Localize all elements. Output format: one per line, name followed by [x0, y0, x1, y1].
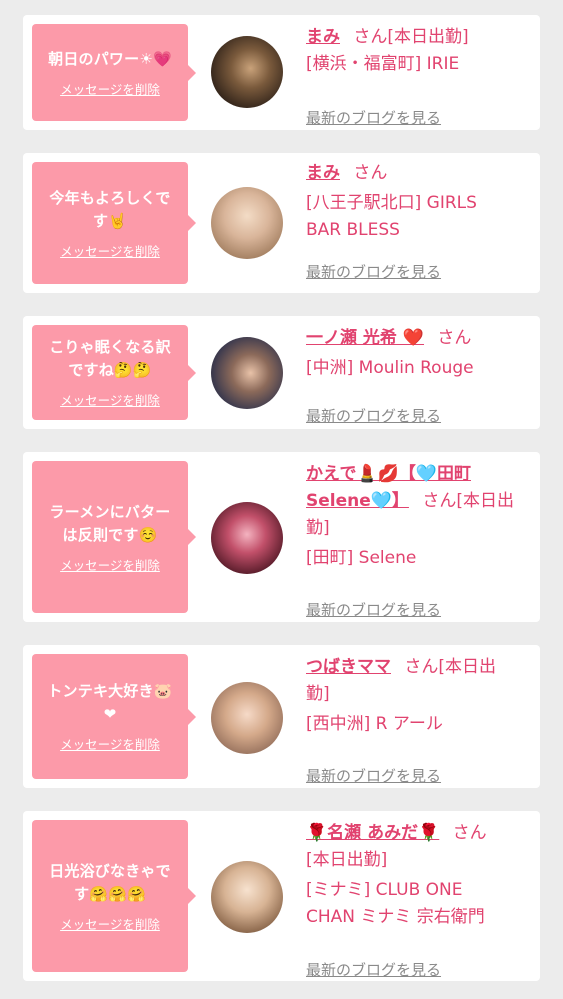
- message-bubble: こりゃ眠くなる訳 ですね🤔🤔 メッセージを削除: [32, 325, 196, 420]
- avatar[interactable]: [211, 682, 283, 754]
- avatar[interactable]: [211, 36, 283, 108]
- profile-info: 一ノ瀬 光希 ❤️ さん [中洲] Moulin Rouge 最新のブログを見る: [306, 325, 534, 425]
- delete-message-link[interactable]: メッセージを削除: [60, 555, 160, 574]
- cast-name-link[interactable]: まみ: [306, 27, 340, 47]
- message-card: 今年もよろしくで す🤘 メッセージを削除 まみ さん [八王子駅北口] GIRL…: [23, 153, 540, 293]
- message-text: 今年もよろしくで す🤘: [49, 188, 171, 230]
- name-suffix: さん: [437, 328, 472, 348]
- profile-info: 🌹名瀬 あみだ🌹 さん [本日出勤] [ミナミ] CLUB ONE CHAN ミ…: [306, 820, 534, 979]
- name-suffix: さん[本日出勤]: [353, 27, 469, 47]
- message-card: ラーメンにバター は反則です☺️ メッセージを削除 かえで💄💋【🩵田町 Sele…: [23, 452, 540, 622]
- message-bubble: トンテキ大好き🐷 ❤ メッセージを削除: [32, 654, 196, 779]
- latest-blog-link[interactable]: 最新のブログを見る: [306, 259, 441, 286]
- delete-message-link[interactable]: メッセージを削除: [60, 241, 160, 260]
- message-text: 朝日のパワー☀💗: [48, 49, 172, 68]
- message-text: 日光浴びなきゃで す🤗🤗🤗: [49, 861, 171, 903]
- avatar[interactable]: [211, 861, 283, 933]
- latest-blog-link[interactable]: 最新のブログを見る: [306, 403, 441, 430]
- cast-name-link[interactable]: まみ: [306, 163, 340, 183]
- shop-label: [八王子駅北口] GIRLS BAR BLESS: [306, 193, 477, 240]
- message-card: トンテキ大好き🐷 ❤ メッセージを削除 つばきママ さん[本日出 勤] [西中洲…: [23, 645, 540, 788]
- delete-message-link[interactable]: メッセージを削除: [60, 79, 160, 98]
- shop-label: [ミナミ] CLUB ONE CHAN ミナミ 宗右衛門: [306, 880, 485, 927]
- latest-blog-link[interactable]: 最新のブログを見る: [306, 957, 441, 984]
- cast-name-link[interactable]: 🌹名瀬 あみだ🌹: [306, 823, 439, 843]
- profile-info: かえで💄💋【🩵田町 Selene🩵】 さん[本日出 勤] [田町] Selene…: [306, 461, 534, 619]
- shop-label: [田町] Selene: [306, 548, 417, 568]
- cast-name-link[interactable]: 一ノ瀬 光希 ❤️: [306, 328, 424, 348]
- message-bubble: 今年もよろしくで す🤘 メッセージを削除: [32, 162, 196, 284]
- message-text: トンテキ大好き🐷 ❤: [47, 682, 173, 723]
- avatar[interactable]: [211, 502, 283, 574]
- message-card: 朝日のパワー☀💗 メッセージを削除 まみ さん[本日出勤] [横浜・福富町] I…: [23, 15, 540, 130]
- latest-blog-link[interactable]: 最新のブログを見る: [306, 105, 441, 132]
- message-card: 日光浴びなきゃで す🤗🤗🤗 メッセージを削除 🌹名瀬 あみだ🌹 さん [本日出勤…: [23, 811, 540, 981]
- shop-label: [西中洲] R アール: [306, 714, 443, 734]
- message-bubble: ラーメンにバター は反則です☺️ メッセージを削除: [32, 461, 196, 613]
- profile-info: まみ さん[本日出勤] [横浜・福富町] IRIE 最新のブログを見る: [306, 24, 534, 127]
- delete-message-link[interactable]: メッセージを削除: [60, 734, 160, 753]
- message-text: ラーメンにバター は反則です☺️: [49, 502, 171, 544]
- avatar[interactable]: [211, 187, 283, 259]
- latest-blog-link[interactable]: 最新のブログを見る: [306, 597, 441, 624]
- shop-label: [中洲] Moulin Rouge: [306, 358, 474, 378]
- name-suffix: さん: [353, 163, 388, 183]
- message-bubble: 朝日のパワー☀💗 メッセージを削除: [32, 24, 196, 121]
- cast-name-link[interactable]: つばきママ: [306, 657, 391, 677]
- message-card: こりゃ眠くなる訳 ですね🤔🤔 メッセージを削除 一ノ瀬 光希 ❤️ さん [中洲…: [23, 316, 540, 429]
- shop-label: [横浜・福富町] IRIE: [306, 54, 460, 74]
- delete-message-link[interactable]: メッセージを削除: [60, 914, 160, 933]
- delete-message-link[interactable]: メッセージを削除: [60, 390, 160, 409]
- message-text: こりゃ眠くなる訳 ですね🤔🤔: [49, 338, 171, 379]
- profile-info: まみ さん [八王子駅北口] GIRLS BAR BLESS 最新のブログを見る: [306, 160, 534, 288]
- profile-info: つばきママ さん[本日出 勤] [西中洲] R アール 最新のブログを見る: [306, 654, 534, 785]
- message-bubble: 日光浴びなきゃで す🤗🤗🤗 メッセージを削除: [32, 820, 196, 972]
- latest-blog-link[interactable]: 最新のブログを見る: [306, 763, 441, 790]
- avatar[interactable]: [211, 337, 283, 409]
